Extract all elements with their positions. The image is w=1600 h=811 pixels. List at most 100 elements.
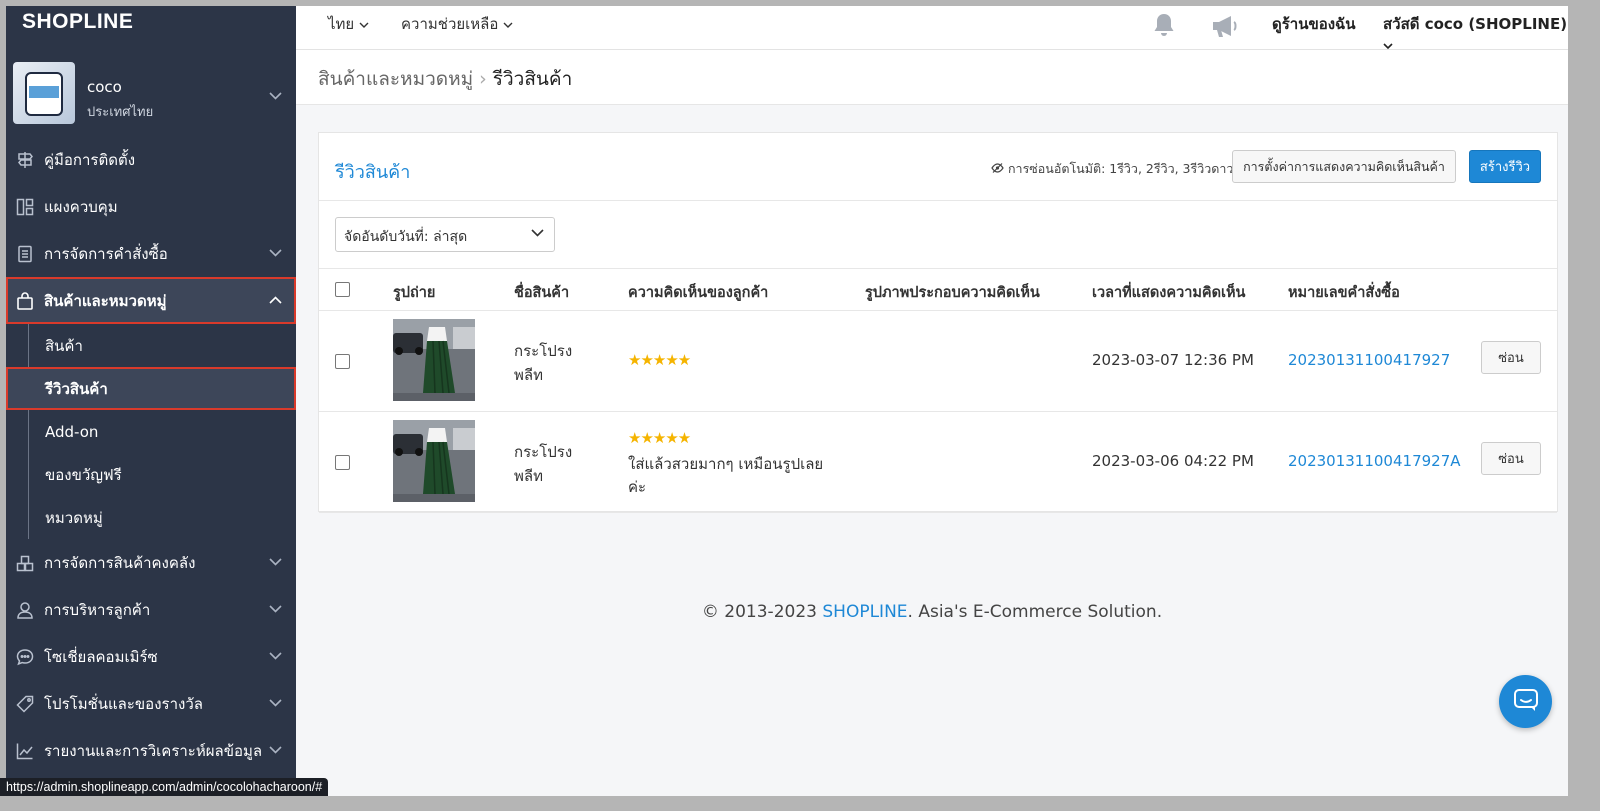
review-comment-line1: ใส่แล้วสวยมากๆ เหมือนรูปเลย: [628, 455, 824, 473]
sidebar-item-label: โปรโมชั่นและของรางวัล: [44, 694, 203, 713]
help-label: ความช่วยเหลือ: [401, 15, 499, 33]
status-bar-url: https://admin.shoplineapp.com/admin/coco…: [0, 778, 329, 796]
reviews-card: รีวิวสินค้า การซ่อนอัตโนมัติ: 1รีวิว, 2ร…: [318, 132, 1558, 513]
window-frame-left: [0, 0, 6, 811]
footer-copyright: © 2013-2023: [701, 602, 823, 622]
main-content: สินค้าและหมวดหมู่ › รีวิวสินค้า รีวิวสินค้…: [296, 50, 1568, 796]
review-settings-button[interactable]: การตั้งค่าการแสดงความคิดเห็นสินค้า: [1232, 150, 1456, 183]
sidebar-item-label: สินค้าและหมวดหมู่: [44, 291, 167, 310]
row-checkbox[interactable]: [335, 455, 350, 470]
chevron-down-icon: [359, 15, 369, 33]
warehouse-icon: [16, 554, 34, 572]
star-rating: ★★★★★: [628, 351, 691, 369]
clipboard-icon: [16, 245, 34, 263]
sidebar-item-orders[interactable]: การจัดการคำสั่งซื้อ: [6, 230, 296, 277]
review-time: 2023-03-06 04:22 PM: [1092, 452, 1254, 470]
select-all-checkbox[interactable]: [335, 282, 350, 297]
sidebar-subitem-free-gifts[interactable]: ของขวัญฟรี: [6, 453, 296, 496]
chevron-down-icon: [269, 555, 282, 570]
shopline-logo[interactable]: SHOPLINE: [22, 10, 133, 34]
breadcrumb-separator-icon: ›: [479, 68, 487, 90]
footer-brand-link[interactable]: SHOPLINE: [822, 602, 907, 622]
window-frame-right: [1568, 0, 1600, 811]
footer-tagline: . Asia's E-Commerce Solution.: [907, 602, 1163, 622]
sidebar-subitem-label: หมวดหมู่: [45, 508, 103, 527]
account-menu[interactable]: สวัสดี coco (SHOPLINE): [1383, 12, 1568, 54]
chat-icon: [1513, 688, 1539, 716]
sidebar-subitem-products[interactable]: สินค้า: [6, 324, 296, 367]
hide-review-button[interactable]: ซ่อน: [1481, 442, 1541, 475]
footer: © 2013-2023 SHOPLINE. Asia's E-Commerce …: [296, 602, 1568, 622]
chart-icon: [16, 742, 34, 760]
header-images: รูปภาพประกอบความคิดเห็น: [865, 285, 1040, 301]
chevron-down-icon: [503, 15, 513, 33]
order-number-link[interactable]: 20230131100417927: [1288, 351, 1450, 369]
sidebar: SHOPLINE coco ประเทศไทย คู่มือการติดตั้ง: [6, 6, 296, 796]
chevron-down-icon: [269, 743, 282, 758]
auto-hide-info: การซ่อนอัตโนมัติ: 1รีวิว, 2รีวิว, 3รีวิว…: [991, 159, 1233, 179]
sidebar-item-label: การจัดการสินค้าคงคลัง: [44, 553, 196, 572]
create-review-button[interactable]: สร้างรีวิว: [1469, 150, 1541, 183]
bell-icon[interactable]: [1152, 12, 1176, 38]
sidebar-item-label: โซเชี่ยลคอมเมิร์ซ: [44, 647, 158, 666]
product-name-line2[interactable]: พลีท: [514, 464, 543, 488]
help-menu[interactable]: ความช่วยเหลือ: [401, 12, 513, 36]
sidebar-item-label: รายงานและการวิเคราะห์ผลข้อมูล: [44, 741, 263, 760]
chevron-down-icon: [531, 226, 544, 241]
sidebar-subitem-add-on[interactable]: Add-on: [6, 410, 296, 453]
row-checkbox[interactable]: [335, 354, 350, 369]
breadcrumb-parent[interactable]: สินค้าและหมวดหมู่: [318, 68, 473, 90]
account-greeting: สวัสดี coco (SHOPLINE): [1383, 15, 1568, 33]
sort-select-value: จัดอันดับวันที่: ล่าสุด: [344, 229, 468, 245]
sidebar-item-setup-guide[interactable]: คู่มือการติดตั้ง: [6, 136, 296, 183]
sidebar-item-inventory[interactable]: การจัดการสินค้าคงคลัง: [6, 539, 296, 586]
header-product: ชื่อสินค้า: [514, 285, 570, 301]
sidebar-item-reports[interactable]: รายงานและการวิเคราะห์ผลข้อมูล: [6, 727, 296, 774]
product-name-line1[interactable]: กระโปรง: [514, 440, 572, 464]
sidebar-item-customers[interactable]: การบริหารลูกค้า: [6, 586, 296, 633]
star-rating: ★★★★★: [628, 429, 691, 447]
store-avatar: [13, 62, 75, 124]
divider: [319, 200, 1557, 201]
chevron-up-icon: [269, 293, 282, 308]
page-header: สินค้าและหมวดหมู่ › รีวิวสินค้า: [296, 50, 1568, 105]
language-menu[interactable]: ไทย: [328, 12, 369, 36]
eye-slash-icon: [991, 161, 1004, 176]
view-my-store-link[interactable]: ดูร้านของฉัน: [1272, 12, 1356, 36]
hide-review-button[interactable]: ซ่อน: [1481, 341, 1541, 374]
product-name-line2[interactable]: พลีท: [514, 363, 543, 387]
sidebar-item-promotions[interactable]: โปรโมชั่นและของรางวัล: [6, 680, 296, 727]
sidebar-item-social-commerce[interactable]: โซเชี่ยลคอมเมิร์ซ: [6, 633, 296, 680]
bag-icon: [16, 291, 34, 310]
dashboard-icon: [16, 198, 34, 216]
sidebar-item-label: การบริหารลูกค้า: [44, 600, 151, 619]
header-comment: ความคิดเห็นของลูกค้า: [628, 285, 769, 301]
store-country: ประเทศไทย: [87, 105, 154, 120]
sidebar-subitem-label: รีวิวสินค้า: [45, 379, 108, 398]
header-time: เวลาที่แสดงความคิดเห็น: [1092, 285, 1246, 301]
order-number-link[interactable]: 20230131100417927A: [1288, 452, 1461, 470]
sidebar-subitem-product-reviews[interactable]: รีวิวสินค้า: [6, 367, 296, 410]
sidebar-nav: คู่มือการติดตั้ง แผงควบคุม การจัดการคำสั…: [6, 136, 296, 774]
sidebar-item-dashboard[interactable]: แผงควบคุม: [6, 183, 296, 230]
top-bar: ไทย ความช่วยเหลือ ดูร้านของฉัน สวัสดี co…: [296, 6, 1568, 50]
header-order: หมายเลขคำสั่งซื้อ: [1288, 285, 1400, 301]
chevron-down-icon: [269, 602, 282, 617]
card-title: รีวิวสินค้า: [335, 162, 411, 183]
megaphone-icon[interactable]: [1210, 14, 1240, 38]
store-switcher[interactable]: coco ประเทศไทย: [6, 58, 296, 134]
sidebar-subitem-label: ของขวัญฟรี: [45, 465, 122, 484]
sidebar-subitem-categories[interactable]: หมวดหมู่: [6, 496, 296, 539]
sidebar-item-products[interactable]: สินค้าและหมวดหมู่: [6, 277, 296, 324]
sort-select[interactable]: จัดอันดับวันที่: ล่าสุด: [335, 217, 555, 252]
review-comment-line2: ค่ะ: [628, 478, 647, 496]
sidebar-item-label: การจัดการคำสั่งซื้อ: [44, 244, 168, 263]
table-row: กระโปรง พลีท ★★★★★ 2023-03-07 12:36 PM 2…: [319, 311, 1557, 412]
table-header: รูปถ่าย ชื่อสินค้า ความคิดเห็นของลูกค้า …: [319, 268, 1557, 311]
product-name-line1[interactable]: กระโปรง: [514, 339, 572, 363]
sidebar-item-label: คู่มือการติดตั้ง: [44, 150, 136, 169]
chevron-down-icon: [269, 649, 282, 664]
chat-support-button[interactable]: [1499, 675, 1552, 728]
product-thumbnail: [393, 420, 475, 502]
reviews-table: รูปถ่าย ชื่อสินค้า ความคิดเห็นของลูกค้า …: [319, 268, 1557, 513]
